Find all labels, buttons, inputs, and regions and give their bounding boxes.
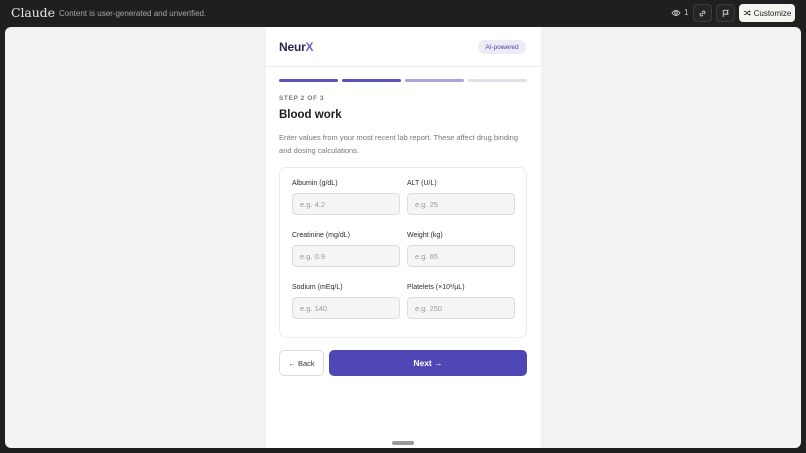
albumin-field-group: Albumin (g/dL) xyxy=(292,180,400,215)
customize-label: Customize xyxy=(753,8,792,18)
sodium-label: Sodium (mEq/L) xyxy=(292,284,343,291)
app-panel: NeurX AI-powered STEP 2 OF 3 Blood work … xyxy=(266,27,541,448)
artifact-frame: NeurX AI-powered STEP 2 OF 3 Blood work … xyxy=(5,27,801,448)
creatinine-label: Creatinine (mg/dL) xyxy=(292,232,350,239)
page-title: Blood work xyxy=(279,109,342,121)
flag-icon xyxy=(722,9,729,17)
weight-input[interactable] xyxy=(407,245,515,267)
sodium-field-group: Sodium (mEq/L) xyxy=(292,284,400,319)
logo-main: Neur xyxy=(279,40,306,54)
creatinine-field-group: Creatinine (mg/dL) xyxy=(292,232,400,267)
back-button[interactable]: ← Back xyxy=(279,350,324,376)
creatinine-input[interactable] xyxy=(292,245,400,267)
view-count-value: 1 xyxy=(684,8,689,17)
alt-field-group: ALT (U/L) xyxy=(407,180,515,215)
resize-handle[interactable] xyxy=(392,441,414,445)
app-header: NeurX AI-powered xyxy=(266,27,541,67)
progress-segment-2 xyxy=(342,79,401,82)
platelets-label: Platelets (×10³/µL) xyxy=(407,284,465,291)
shuffle-icon xyxy=(743,10,751,16)
brand-logo[interactable]: Claude xyxy=(11,5,55,20)
disclaimer-text: Content is user-generated and unverified… xyxy=(59,9,207,18)
page-description: Enter values from your most recent lab r… xyxy=(279,133,519,155)
report-button[interactable] xyxy=(716,4,735,22)
customize-button[interactable]: Customize xyxy=(739,4,795,22)
next-button[interactable]: Next → xyxy=(329,350,527,376)
link-icon xyxy=(699,10,706,16)
platelets-input[interactable] xyxy=(407,297,515,319)
step-label: STEP 2 OF 3 xyxy=(279,95,325,102)
alt-label: ALT (U/L) xyxy=(407,180,437,187)
top-bar: Claude Content is user-generated and unv… xyxy=(0,0,806,27)
weight-field-group: Weight (kg) xyxy=(407,232,515,267)
blood-work-form: Albumin (g/dL) ALT (U/L) Creatinine (mg/… xyxy=(279,167,527,338)
platelets-field-group: Platelets (×10³/µL) xyxy=(407,284,515,319)
view-count: 1 xyxy=(671,8,688,17)
progress-segment-3 xyxy=(405,79,464,82)
step-progress xyxy=(279,79,527,82)
alt-input[interactable] xyxy=(407,193,515,215)
progress-segment-1 xyxy=(279,79,338,82)
weight-label: Weight (kg) xyxy=(407,232,443,239)
eye-icon xyxy=(671,9,681,16)
copy-link-button[interactable] xyxy=(693,4,712,22)
albumin-label: Albumin (g/dL) xyxy=(292,180,338,187)
logo-accent: X xyxy=(305,40,314,54)
albumin-input[interactable] xyxy=(292,193,400,215)
progress-segment-4 xyxy=(468,79,527,82)
neurx-logo: NeurX xyxy=(279,40,314,54)
ai-powered-badge: AI-powered xyxy=(478,40,526,54)
sodium-input[interactable] xyxy=(292,297,400,319)
